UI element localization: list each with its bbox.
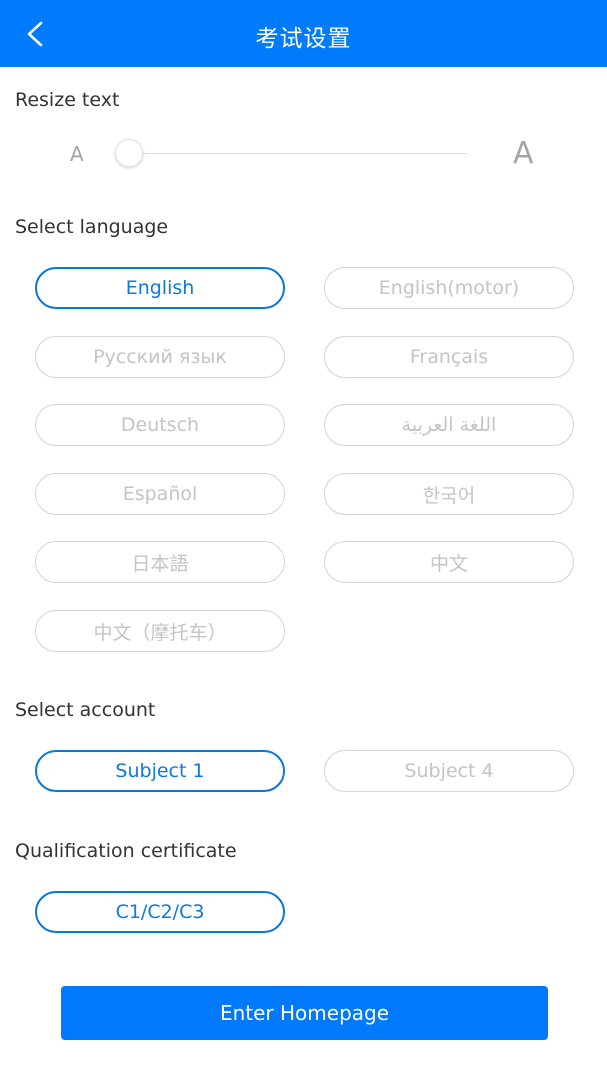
slider-thumb[interactable] [115, 139, 143, 167]
text-size-slider[interactable]: A A [0, 130, 607, 178]
account-option-subject-4[interactable]: Subject 4 [324, 750, 574, 792]
select-language-label: Select language [15, 216, 169, 238]
select-account-label: Select account [15, 699, 156, 721]
small-text-marker: A [70, 142, 84, 166]
language-option-korean[interactable]: 한국어 [324, 473, 574, 515]
language-option-chinese-motor[interactable]: 中文（摩托车） [35, 610, 285, 652]
language-option-arabic[interactable]: اللغة العربية [324, 404, 574, 446]
language-option-english-motor[interactable]: English(motor) [324, 267, 574, 309]
language-option-russian[interactable]: Русский язык [35, 336, 285, 378]
page-title: 考试设置 [255, 26, 352, 52]
slider-track[interactable] [130, 153, 468, 154]
header-bar: 考试设置 [0, 0, 607, 67]
language-option-chinese[interactable]: 中文 [324, 541, 574, 583]
enter-homepage-button[interactable]: Enter Homepage [61, 986, 548, 1040]
large-text-marker: A [513, 136, 534, 171]
language-option-spanish[interactable]: Español [35, 473, 285, 515]
qualification-certificate-label: Qualification certificate [15, 840, 237, 862]
language-option-french[interactable]: Français [324, 336, 574, 378]
language-option-japanese[interactable]: 日本語 [35, 541, 285, 583]
account-option-subject-1[interactable]: Subject 1 [35, 750, 285, 792]
language-option-german[interactable]: Deutsch [35, 404, 285, 446]
language-option-english[interactable]: English [35, 267, 285, 309]
resize-text-label: Resize text [15, 89, 120, 111]
certificate-option-c1-c2-c3[interactable]: C1/C2/C3 [35, 891, 285, 933]
